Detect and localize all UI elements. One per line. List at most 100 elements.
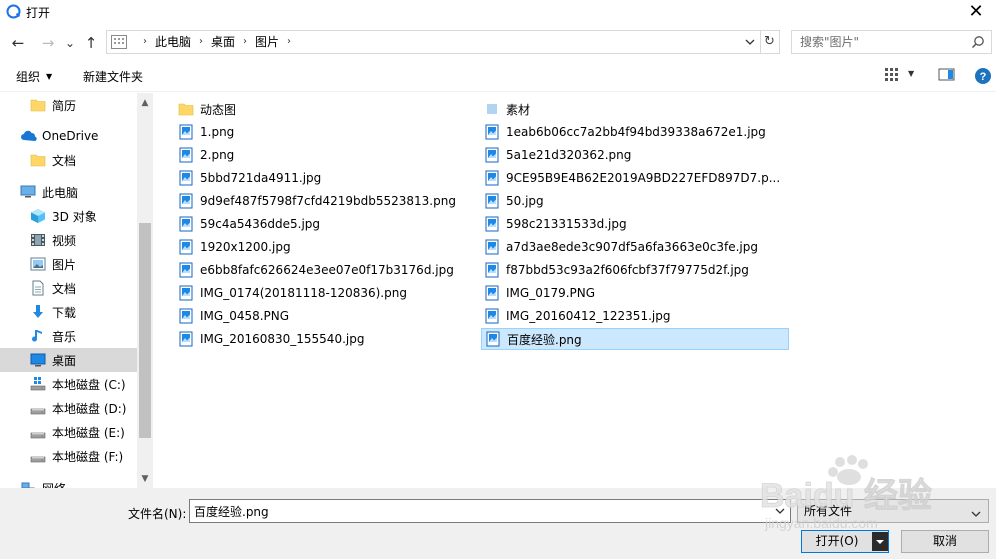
file-item[interactable]: IMG_0179.PNG (481, 282, 595, 304)
watermark-url: jingyan.baidu.com (764, 515, 878, 531)
file-item[interactable]: 素材 (481, 98, 530, 120)
file-name: IMG_0458.PNG (200, 309, 290, 323)
recent-locations-button[interactable]: ⌄ (60, 33, 80, 53)
folder-icon (30, 152, 46, 168)
back-button[interactable]: ← (8, 33, 28, 53)
breadcrumb-item-desktop[interactable]: 桌面 (211, 31, 235, 53)
sidebar-item-label: 下载 (52, 305, 77, 320)
new-folder-button[interactable]: 新建文件夹 (83, 68, 143, 85)
sidebar-item-label: 图片 (52, 257, 77, 272)
network-icon (20, 480, 36, 488)
sidebar-item[interactable]: 本地磁盘 (E:) (0, 420, 137, 444)
address-bar[interactable]: › 此电脑 › 桌面 › 图片 › (106, 30, 761, 54)
file-name: 素材 (506, 102, 531, 117)
filename-label: 文件名(N): (128, 507, 187, 521)
command-toolbar: 组织 ▼ 新建文件夹 ▼ ? (0, 60, 996, 92)
chevron-down-icon (970, 505, 982, 527)
chevron-right-icon[interactable]: › (143, 31, 147, 53)
scroll-up-icon[interactable]: ▲ (137, 95, 153, 111)
chevron-right-icon[interactable]: › (243, 31, 247, 53)
sidebar-item[interactable]: 3D 对象 (0, 204, 137, 228)
breadcrumb: › 此电脑 › 桌面 › 图片 › (135, 31, 299, 53)
file-item[interactable]: a7d3ae8ede3c907df5a6fa3663e0c3fe.jpg (481, 236, 758, 258)
watermark-brand: Baidu 经验 (760, 476, 932, 515)
sidebar-item[interactable]: 本地磁盘 (F:) (0, 444, 137, 468)
refresh-button[interactable]: ↻ (760, 30, 780, 54)
sidebar-item[interactable]: 桌面 (0, 348, 137, 372)
sidebar-item-label: 简历 (52, 98, 77, 113)
sidebar-item-label: 本地磁盘 (E:) (52, 425, 125, 440)
file-item[interactable]: IMG_20160412_122351.jpg (481, 305, 670, 327)
forward-button[interactable]: → (38, 33, 58, 53)
view-options-icon[interactable] (884, 67, 902, 86)
image-file-icon (178, 216, 194, 232)
file-name: 50.jpg (506, 194, 544, 208)
search-icon[interactable] (971, 35, 985, 52)
up-button[interactable]: ↑ (81, 33, 101, 53)
sidebar-item-label: 3D 对象 (52, 209, 97, 224)
file-item[interactable]: 9d9ef487f5798f7cfd4219bdb5523813.png (175, 190, 456, 212)
computer-icon (20, 184, 36, 200)
sidebar-item[interactable]: 下载 (0, 300, 137, 324)
preview-pane-icon[interactable] (938, 67, 956, 86)
windows-drive-icon (30, 376, 46, 392)
file-item[interactable]: IMG_0174(20181118-120836).png (175, 282, 407, 304)
file-item[interactable]: IMG_0458.PNG (175, 305, 289, 327)
help-icon[interactable]: ? (974, 67, 992, 88)
filename-field[interactable] (189, 499, 791, 523)
chevron-down-icon[interactable] (744, 36, 756, 48)
sidebar-item[interactable]: 此电脑 (0, 180, 137, 204)
image-file-icon (178, 147, 194, 163)
file-item[interactable]: IMG_20160830_155540.jpg (175, 328, 364, 350)
file-item[interactable]: 1eab6b06cc7a2bb4f94bd39338a672e1.jpg (481, 121, 766, 143)
picture-icon (30, 256, 46, 272)
search-box[interactable] (791, 30, 992, 54)
file-item[interactable]: 59c4a5436dde5.jpg (175, 213, 320, 235)
file-item[interactable]: 1920x1200.jpg (175, 236, 291, 258)
sidebar-item[interactable]: 网络 (0, 476, 137, 488)
file-item[interactable]: f87bbd53c93a2f606fcbf37f79775d2f.jpg (481, 259, 749, 281)
search-input[interactable] (792, 31, 962, 53)
caret-down-icon[interactable]: ▼ (908, 69, 914, 78)
sidebar-item[interactable]: 简历 (0, 93, 137, 117)
file-name: 1.png (200, 125, 235, 139)
sidebar-item[interactable]: 本地磁盘 (D:) (0, 396, 137, 420)
sidebar-item[interactable]: 视频 (0, 228, 137, 252)
file-name: 1920x1200.jpg (200, 240, 291, 254)
sidebar-item[interactable]: 文档 (0, 148, 137, 172)
scroll-down-icon[interactable]: ▼ (137, 471, 153, 487)
file-name: 9d9ef487f5798f7cfd4219bdb5523813.png (200, 194, 456, 208)
sidebar-item[interactable]: OneDrive (0, 124, 137, 148)
sidebar-item[interactable]: 音乐 (0, 324, 137, 348)
breadcrumb-item-this-pc[interactable]: 此电脑 (155, 31, 191, 53)
sidebar-item[interactable]: 文档 (0, 276, 137, 300)
close-icon[interactable]: ✕ (956, 0, 996, 26)
file-item[interactable]: 598c21331533d.jpg (481, 213, 627, 235)
image-file-icon (178, 331, 194, 347)
document-icon (30, 280, 46, 296)
image-file-icon (484, 285, 500, 301)
scrollbar-thumb[interactable] (139, 223, 151, 438)
filename-input[interactable] (190, 500, 750, 522)
file-item[interactable]: 50.jpg (481, 190, 544, 212)
file-item[interactable]: 动态图 (175, 98, 236, 120)
file-item[interactable]: 2.png (175, 144, 234, 166)
chevron-right-icon[interactable]: › (199, 31, 203, 53)
sidebar-scrollbar[interactable]: ▲ ▼ (137, 93, 153, 488)
file-item[interactable]: 5bbd721da4911.jpg (175, 167, 321, 189)
file-name: 百度经验.png (507, 332, 582, 347)
file-item[interactable]: 1.png (175, 121, 234, 143)
file-item[interactable]: e6bb8fafc626624e3ee07e0f17b3176d.jpg (175, 259, 454, 281)
organize-button[interactable]: 组织 ▼ (16, 68, 52, 85)
file-item[interactable]: 百度经验.png (481, 328, 789, 350)
file-name: 1eab6b06cc7a2bb4f94bd39338a672e1.jpg (506, 125, 766, 139)
breadcrumb-item-pictures[interactable]: 图片 (255, 31, 279, 53)
navigation-bar: ← → ⌄ ↑ › 此电脑 › 桌面 › 图片 › ↻ (0, 27, 996, 59)
sidebar-item[interactable]: 图片 (0, 252, 137, 276)
file-item[interactable]: 9CE95B9E4B62E2019A9BD227EFD897D7.p... (481, 167, 780, 189)
chevron-right-icon[interactable]: › (287, 31, 291, 53)
music-icon (30, 328, 46, 344)
sidebar-item[interactable]: 本地磁盘 (C:) (0, 372, 137, 396)
file-item[interactable]: 5a1e21d320362.png (481, 144, 631, 166)
image-file-icon (178, 193, 194, 209)
